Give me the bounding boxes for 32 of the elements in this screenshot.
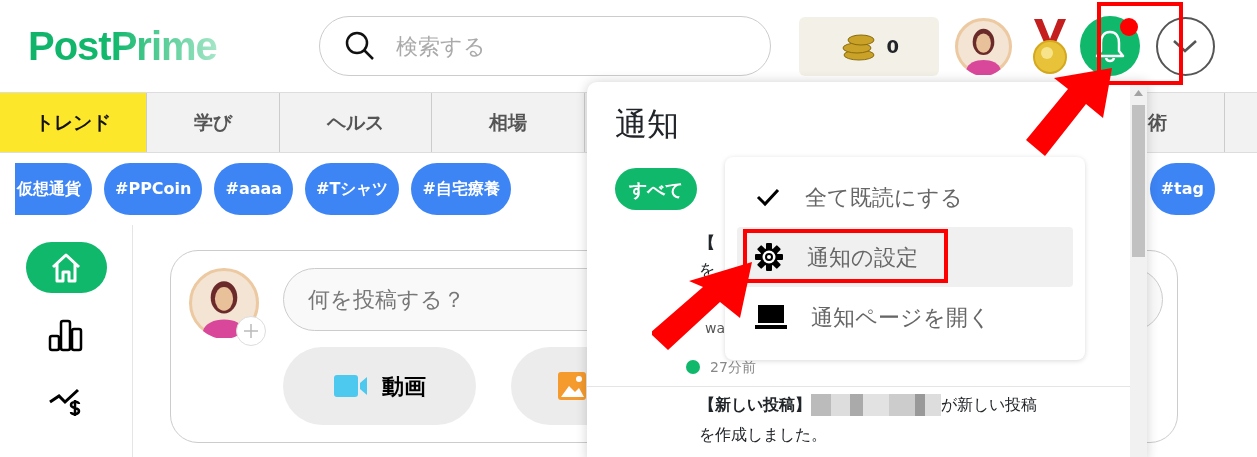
hashtag-chip[interactable]: #aaaa (214, 163, 294, 215)
hashtag-chip[interactable]: #PPCoin (104, 163, 203, 215)
scrollbar-thumb[interactable] (1132, 105, 1145, 257)
menu-item[interactable]: 全て既読にする (737, 167, 1073, 227)
search-field[interactable]: 検索する (318, 16, 771, 76)
menu-item[interactable]: 通知ページを開く (737, 287, 1073, 347)
plus-icon (243, 323, 259, 339)
scroll-up-icon (1134, 90, 1143, 96)
avatar[interactable] (954, 17, 1012, 75)
search-icon (344, 31, 375, 61)
category-tab[interactable]: トレンド (0, 93, 147, 152)
panel-title: 通知 (615, 104, 679, 145)
hashtag-chip[interactable]: #tag (1149, 163, 1215, 215)
home-nav-button[interactable] (25, 242, 107, 293)
notification-title: 【新しい投稿】 (699, 394, 811, 416)
notification-title: 【 (699, 232, 715, 254)
bell-icon (1093, 29, 1126, 63)
notification-text: を作成しました。 (699, 424, 827, 446)
timestamp: 27分前 (710, 358, 756, 377)
settings-icon (755, 243, 783, 271)
hashtag-chip[interactable]: #Tシャツ (305, 163, 400, 215)
avatar[interactable] (189, 268, 259, 338)
ranking-icon (48, 317, 84, 352)
category-tab[interactable]: 術 (1145, 93, 1225, 152)
coin-count: 0 (886, 34, 900, 59)
video-camera-icon (333, 374, 368, 398)
hashtag-chip[interactable]: #自宅療養 (411, 163, 511, 215)
notification-text: が新しい投稿 (941, 394, 1037, 416)
laptop-icon (755, 304, 787, 330)
hashtag-chip[interactable]: 仮想通貨 (15, 163, 92, 215)
notification-text: wa (705, 319, 726, 338)
video-button[interactable]: 動画 (283, 347, 476, 425)
